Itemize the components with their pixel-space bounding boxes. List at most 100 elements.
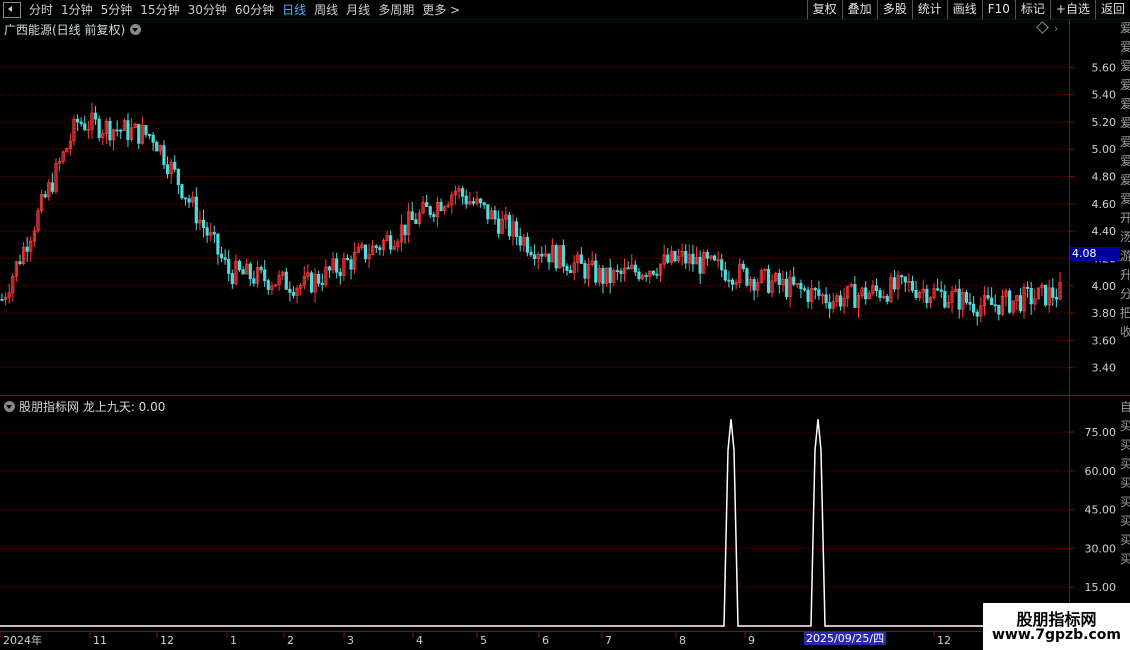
candle-body (173, 161, 177, 170)
stock-title: 广西能源(日线 前复权) (4, 23, 126, 37)
candle-body (608, 267, 612, 283)
indicator-chart[interactable] (0, 396, 1070, 631)
indicator-tick-label: 15.00 (1085, 581, 1117, 594)
period-tab[interactable]: 周线 (310, 1, 342, 18)
candle-body (237, 260, 242, 271)
candle-body (993, 304, 997, 307)
period-tab[interactable]: 日线 (278, 1, 310, 18)
toolbar-button[interactable]: 标记 (1014, 0, 1050, 19)
candle-body (461, 188, 465, 197)
candle-body (723, 269, 727, 281)
price-tick-label: 5.40 (1092, 89, 1117, 102)
diamond-icon[interactable] (1036, 21, 1049, 34)
toolbar-button[interactable]: 画线 (946, 0, 982, 19)
candle-body (698, 256, 702, 274)
toolbar-button[interactable]: 返回 (1094, 0, 1130, 19)
date-axis: 2024年 11 12 1 2 3 4 5 6 7 8 9 12 (0, 632, 951, 647)
candle-body (583, 263, 587, 279)
candle-body (799, 283, 803, 290)
candle-body (910, 280, 915, 291)
chart-title: 广西能源(日线 前复权) (4, 21, 142, 38)
candle-body (1008, 290, 1012, 313)
price-tick-label: 4.60 (1092, 198, 1117, 211)
indicator-axis: 75.00 60.00 45.00 30.00 15.00 (1070, 426, 1117, 594)
candle-body (939, 289, 943, 292)
period-tab[interactable]: 1分钟 (57, 1, 97, 18)
candle-body (176, 168, 180, 185)
period-tab[interactable]: 更多 > (418, 1, 464, 18)
candle-body (338, 271, 342, 276)
date-label: 12 (160, 634, 174, 647)
candle-body (766, 268, 771, 293)
candle-body (482, 202, 486, 206)
candle-body (964, 292, 969, 303)
candle-body (802, 288, 807, 291)
candle-body (619, 270, 623, 274)
candle-body (25, 246, 29, 252)
right-side-panel[interactable]: 爱爱爱爱爱爱爱爱爱爱开汤游升分把收 (1120, 19, 1130, 395)
toolbar-button[interactable]: F10 (981, 0, 1015, 19)
date-label: 3 (347, 634, 354, 647)
right-side-panel-lower[interactable]: 自买买买买买买买买 (1120, 398, 1130, 628)
candle-body (486, 204, 490, 220)
candle-body (914, 290, 918, 298)
candle-body (151, 134, 155, 143)
candle-body (594, 260, 598, 283)
candle-body (432, 214, 436, 218)
candle-body (410, 211, 414, 221)
candle-body (241, 269, 245, 275)
candle-body (741, 263, 745, 269)
candle-body (223, 257, 227, 260)
date-label: 11 (93, 634, 107, 647)
period-tab[interactable]: 月线 (342, 1, 374, 18)
toolbar-button[interactable]: 叠加 (841, 0, 877, 19)
candle-body (568, 270, 573, 274)
candlestick-chart[interactable] (0, 37, 1070, 395)
price-tick-label: 5.20 (1092, 116, 1117, 129)
toolbar-button[interactable]: 复权 (806, 0, 842, 19)
candle-body (345, 257, 350, 261)
candle-body (147, 134, 152, 136)
back-arrow-icon[interactable] (3, 1, 21, 18)
indicator-line (0, 419, 1069, 627)
toolbar-button[interactable]: 多股 (876, 0, 912, 19)
period-tab[interactable]: 15分钟 (136, 1, 183, 18)
candle-body (1018, 295, 1023, 312)
indicator-tick-label: 30.00 (1085, 542, 1117, 555)
candle-body (986, 295, 990, 299)
candle-body (389, 235, 393, 250)
candle-body (119, 129, 123, 132)
candle-body (1026, 286, 1030, 289)
candle-body (540, 253, 544, 257)
candle-body (864, 287, 868, 300)
toolbar: 分时 1分钟 5分钟 15分钟 30分钟 60分钟 日线 周线 月线 多周期 更多 > 复权 叠加 多股… (0, 0, 1130, 20)
candle-body (144, 125, 148, 135)
cursor-date-tag: 2025/09/25/四 (804, 632, 887, 645)
date-label: 2 (287, 634, 294, 647)
toolbar-button[interactable]: 统计 (911, 0, 947, 19)
candle-body (201, 219, 206, 229)
period-tab[interactable]: 5分钟 (97, 1, 137, 18)
candle-body (349, 259, 353, 270)
period-tab[interactable]: 30分钟 (184, 1, 231, 18)
candle-body (230, 273, 234, 285)
toolbar-button[interactable]: +自选 (1049, 0, 1095, 19)
candle-body (943, 290, 947, 308)
candle-body (374, 245, 378, 249)
indicator-tick-label: 60.00 (1085, 465, 1117, 478)
candle-body (777, 273, 781, 285)
chevron-down-icon[interactable] (130, 24, 142, 35)
period-tab[interactable]: 多周期 (374, 1, 418, 18)
candle-body (403, 224, 407, 236)
candle-body (18, 261, 22, 265)
candle-body (712, 255, 717, 261)
candle-body (705, 252, 709, 259)
chevron-right-icon[interactable]: › (1054, 22, 1058, 35)
candle-body (529, 251, 533, 256)
indicator-tick-label: 75.00 (1085, 426, 1117, 439)
watermark: 股朋指标网 www.7gpzb.com (983, 603, 1130, 650)
period-tab[interactable]: 60分钟 (231, 1, 278, 18)
candle-body (997, 304, 1001, 315)
period-tab[interactable]: 分时 (25, 1, 57, 18)
candle-body (79, 121, 83, 125)
